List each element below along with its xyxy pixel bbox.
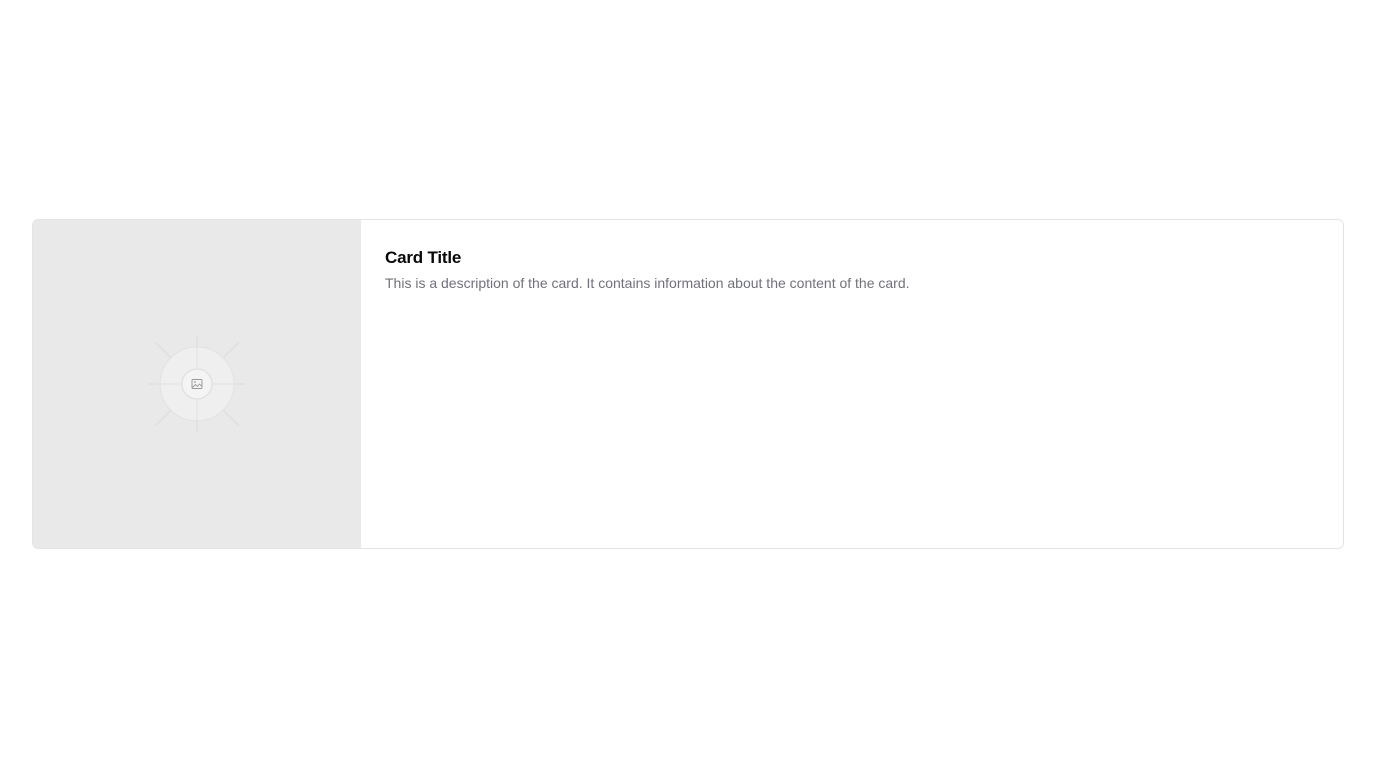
image-placeholder-icon [149,336,245,432]
card-description: This is a description of the card. It co… [385,275,910,291]
card-image-placeholder [33,220,361,548]
card-content: Card Title This is a description of the … [361,220,1343,548]
card-title: Card Title [385,248,462,267]
card: Card Title This is a description of the … [32,219,1344,549]
